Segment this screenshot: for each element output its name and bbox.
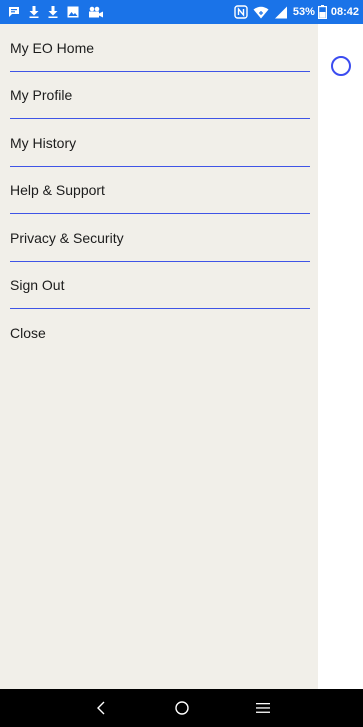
navigation-drawer: My EO Home My Profile My History Help & … xyxy=(0,24,318,689)
download-icon xyxy=(29,6,39,18)
signal-icon xyxy=(274,6,288,19)
wifi-icon xyxy=(253,6,269,19)
menu-item-label: Close xyxy=(10,324,46,341)
home-icon[interactable] xyxy=(162,693,202,723)
menu-item-label: Privacy & Security xyxy=(10,229,124,246)
status-bar-system: 53% 08:42 xyxy=(234,5,359,19)
download-icon xyxy=(48,6,58,18)
menu-item-privacy-security[interactable]: Privacy & Security xyxy=(10,214,318,262)
menu-item-label: My History xyxy=(10,134,77,151)
menu-item-help-support[interactable]: Help & Support xyxy=(10,167,318,215)
menu-item-sign-out[interactable]: Sign Out xyxy=(10,262,318,310)
back-icon[interactable] xyxy=(81,693,121,723)
menu-item-label: My EO Home xyxy=(10,39,95,56)
status-bar: 53% 08:42 xyxy=(0,0,363,24)
menu-item-label: Help & Support xyxy=(10,182,105,199)
battery-percent: 53% xyxy=(292,6,315,18)
menu-item-my-history[interactable]: My History xyxy=(10,119,318,167)
image-icon xyxy=(67,6,79,18)
loading-ring-icon xyxy=(331,56,351,76)
menu-item-label: My Profile xyxy=(10,87,73,104)
menu-item-close[interactable]: Close xyxy=(10,309,318,357)
menu-icon[interactable] xyxy=(243,693,283,723)
clock: 08:42 xyxy=(330,6,359,18)
menu-item-my-eo-home[interactable]: My EO Home xyxy=(10,24,318,72)
navigation-bar xyxy=(0,689,363,727)
message-icon xyxy=(8,6,20,18)
video-call-icon xyxy=(88,6,104,18)
status-bar-notifications xyxy=(8,6,113,18)
menu-item-label: Sign Out xyxy=(10,277,65,294)
menu-item-my-profile[interactable]: My Profile xyxy=(10,72,318,120)
nfc-icon xyxy=(234,5,248,19)
battery-icon xyxy=(317,5,327,19)
